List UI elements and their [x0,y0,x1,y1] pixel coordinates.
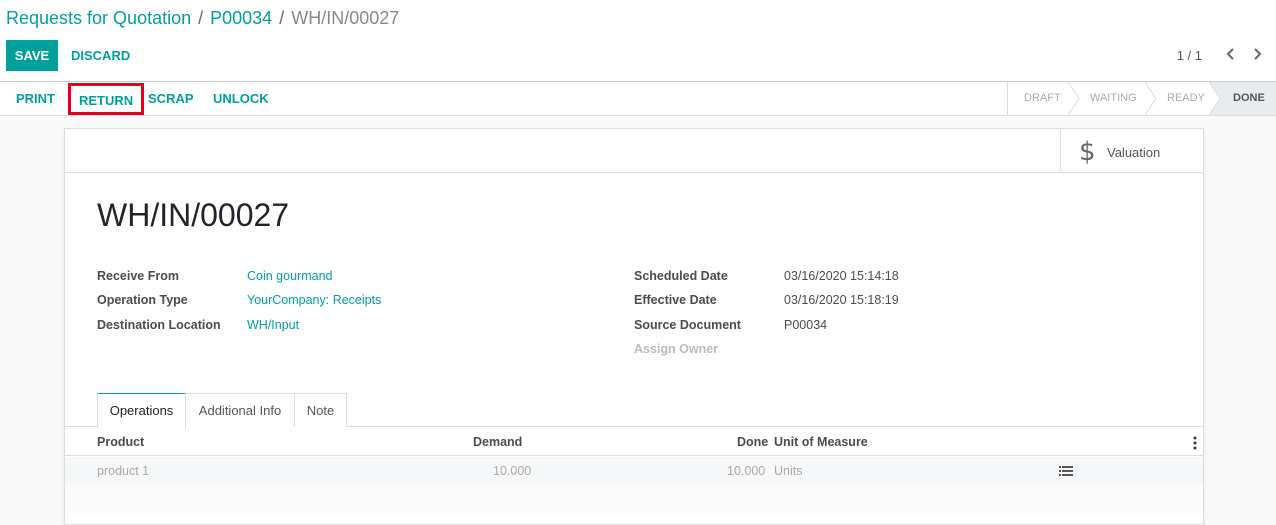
scheduled-date-value: 03/16/2020 15:14:18 [784,269,899,283]
scheduled-date-label: Scheduled Date [634,269,728,283]
destination-location-value[interactable]: WH/Input [247,318,299,332]
stage-divider-icon [1145,82,1157,115]
smart-button-box: $ Valuation [65,129,1203,173]
operation-type-label: Operation Type [97,293,188,307]
pager-next-button[interactable] [1248,42,1266,66]
stage-divider-icon [1209,82,1221,115]
column-header-product[interactable]: Product [97,435,144,449]
breadcrumb-parent-link[interactable]: P00034 [210,8,272,28]
status-bar: PRINT RETURN SCRAP UNLOCK DRAFT WAITING … [0,81,1276,116]
stage-ready[interactable]: READY [1167,82,1205,115]
stage-pipeline: DRAFT WAITING READY DONE [1007,82,1276,115]
stage-draft[interactable]: DRAFT [1024,82,1061,115]
table-row-empty [65,485,1203,513]
pager-value[interactable]: 1 / 1 [1177,48,1202,63]
cell-demand: 10.000 [493,464,532,478]
column-options-icon[interactable] [1193,436,1197,450]
return-button[interactable]: RETURN [68,83,145,115]
chevron-left-icon [1226,48,1234,60]
unlock-button[interactable]: UNLOCK [213,82,269,115]
print-button[interactable]: PRINT [16,82,55,115]
source-document-value: P00034 [784,318,828,332]
cell-product: product 1 [97,464,150,478]
table-row[interactable]: product 1 10.000 10.000 Units [65,457,1203,485]
operations-table-header: Product Demand Done Unit of Measure [65,428,1203,456]
breadcrumb-root-link[interactable]: Requests for Quotation [6,8,191,28]
stage-waiting[interactable]: WAITING [1090,82,1137,115]
tab-additional-info[interactable]: Additional Info [185,393,295,427]
dollar-icon: $ [1079,137,1096,167]
form-sheet: $ Valuation WH/IN/00027 Receive From Coi… [64,128,1204,525]
receive-from-label: Receive From [97,269,179,283]
breadcrumb-separator: / [198,8,204,28]
detailed-operations-icon[interactable] [1059,465,1073,477]
assign-owner-label: Assign Owner [634,342,719,356]
scrap-button[interactable]: SCRAP [148,82,194,115]
tab-operations[interactable]: Operations [97,393,186,428]
record-title: WH/IN/00027 [97,197,290,233]
breadcrumb-current: WH/IN/00027 [291,8,400,28]
valuation-button[interactable]: $ Valuation [1060,129,1203,173]
receive-from-value[interactable]: Coin gourmand [247,269,332,283]
chevron-right-icon [1254,48,1262,60]
breadcrumb: Requests for Quotation / P00034 / WH/IN/0002… [6,8,399,29]
column-header-uom[interactable]: Unit of Measure [774,435,868,449]
pager-previous-button[interactable] [1222,42,1240,66]
source-document-label: Source Document [634,318,741,332]
discard-button[interactable]: DISCARD [71,40,130,71]
save-button[interactable]: SAVE [6,40,58,71]
effective-date-label: Effective Date [634,293,717,307]
column-header-done[interactable]: Done [737,435,768,449]
cell-uom: Units [774,464,803,478]
valuation-label: Valuation [1107,145,1161,160]
column-header-demand[interactable]: Demand [473,435,522,449]
destination-location-label: Destination Location [97,318,221,332]
breadcrumb-separator: / [279,8,285,28]
effective-date-value: 03/16/2020 15:18:19 [784,293,899,307]
tab-note[interactable]: Note [294,393,347,427]
cell-done: 10.000 [727,464,766,478]
stage-divider-icon [1068,82,1080,115]
operation-type-value[interactable]: YourCompany: Receipts [247,293,381,307]
